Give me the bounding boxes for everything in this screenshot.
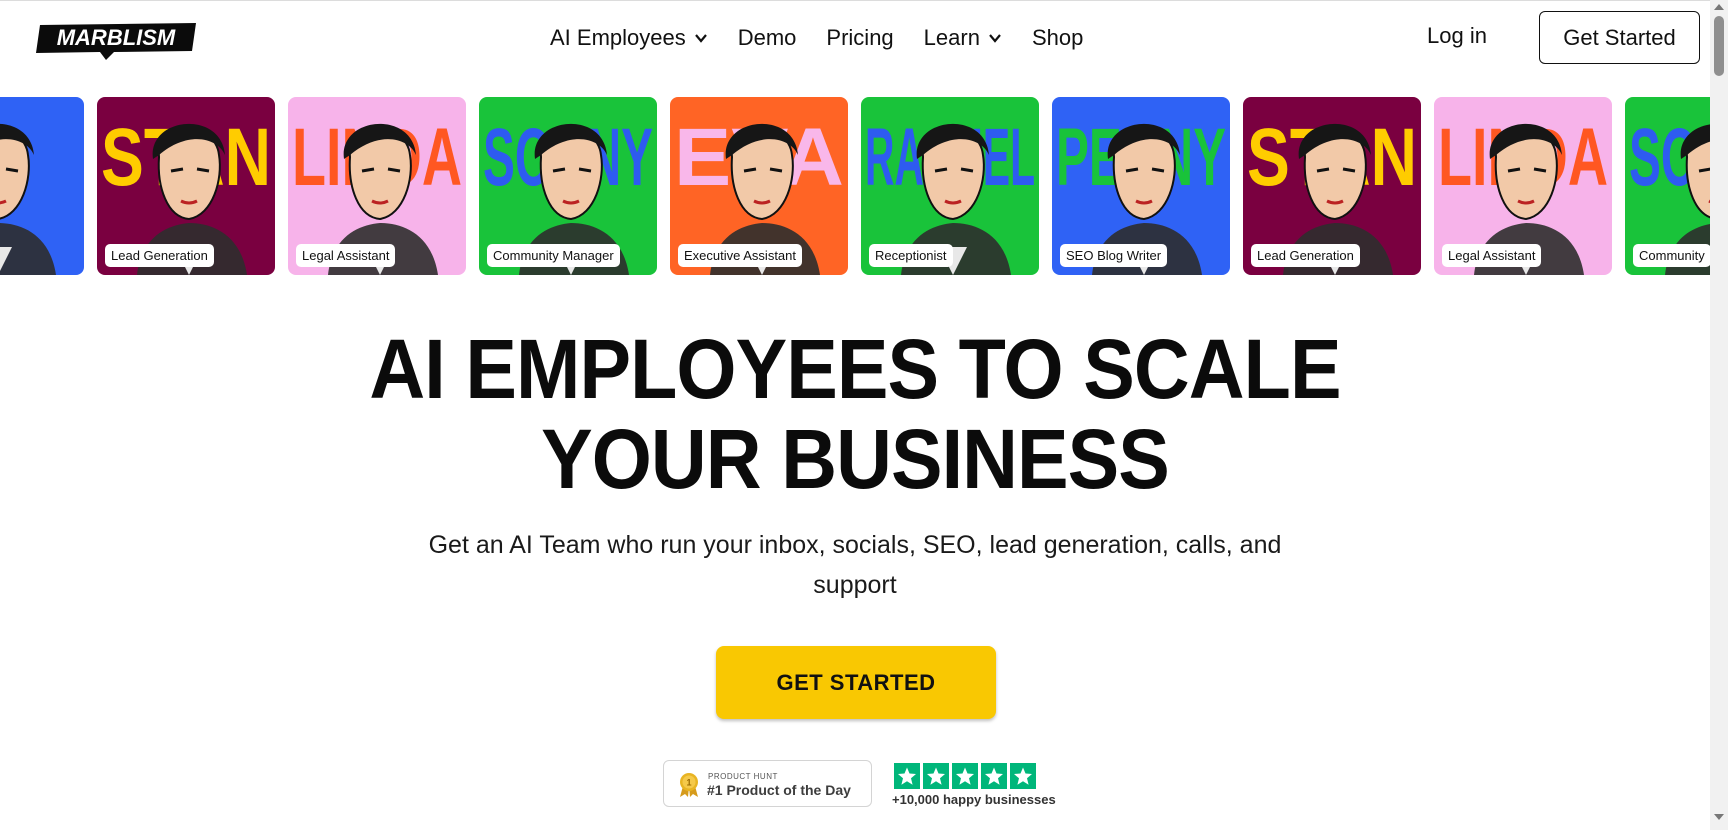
nav-demo[interactable]: Demo xyxy=(738,25,797,51)
trustpilot-stars[interactable] xyxy=(894,763,1039,789)
scroll-up-arrow-icon[interactable] xyxy=(1714,4,1724,10)
nav-demo-label: Demo xyxy=(737,25,797,50)
star-icon xyxy=(1010,763,1036,789)
hero-get-started-button[interactable]: GET STARTED xyxy=(716,646,996,719)
employee-role-tag: Legal Assistant xyxy=(1442,244,1542,267)
medal-icon: 1 xyxy=(680,773,698,797)
employee-role-tag: Receptionist xyxy=(869,244,953,267)
product-hunt-label: PRODUCT HUNT xyxy=(708,772,778,781)
hero-title: AI EMPLOYEES TO SCALE YOUR BUSINESS xyxy=(68,324,1641,504)
nav-shop-label: Shop xyxy=(1031,25,1084,50)
nav-ai-employees[interactable]: AI Employees xyxy=(550,25,708,51)
employee-card[interactable]: SONNYCommunity xyxy=(1625,97,1710,275)
employee-role-tag: Lead Generation xyxy=(105,244,214,267)
hero-title-line-1: AI EMPLOYEES TO SCALE xyxy=(369,322,1341,416)
employee-card[interactable]: STANLead Generation xyxy=(97,97,275,275)
employee-card[interactable]: SONNYCommunity Manager xyxy=(479,97,657,275)
star-icon xyxy=(923,763,949,789)
chevron-down-icon xyxy=(989,34,1001,43)
employee-role-tag: SEO Blog Writer xyxy=(1060,244,1168,267)
scroll-thumb[interactable] xyxy=(1714,16,1724,76)
hero-title-line-2: YOUR BUSINESS xyxy=(541,412,1170,506)
star-icon xyxy=(894,763,920,789)
employee-role-tag: Executive Assistant xyxy=(678,244,802,267)
employee-card[interactable]: STANLead Generation xyxy=(1243,97,1421,275)
employee-card[interactable]: RACHELReceptionist xyxy=(861,97,1039,275)
star-icon xyxy=(952,763,978,789)
employee-role-tag: Community xyxy=(1633,244,1710,267)
get-started-button[interactable]: Get Started xyxy=(1539,11,1700,64)
hero-subtitle: Get an AI Team who run your inbox, socia… xyxy=(428,531,1282,599)
employee-card[interactable]: ter xyxy=(0,97,84,275)
star-icon xyxy=(981,763,1007,789)
employee-carousel: terSTANLead GenerationLINDALegal Assista… xyxy=(0,97,1710,275)
scroll-down-arrow-icon[interactable] xyxy=(1714,814,1724,820)
product-hunt-badge[interactable]: 1 PRODUCT HUNT #1 Product of the Day xyxy=(663,760,872,807)
nav-learn[interactable]: Learn xyxy=(924,25,1002,51)
nav-pricing-label: Pricing xyxy=(826,25,894,50)
happy-businesses-label: +10,000 happy businesses xyxy=(892,792,1056,807)
main-nav: AI Employees Demo Pricing Learn Shop xyxy=(550,23,1113,53)
marblism-logo[interactable]: MARBLISM xyxy=(36,21,200,61)
nav-ai-employees-label: AI Employees xyxy=(550,25,686,50)
logo-text: MARBLISM xyxy=(57,25,176,50)
login-link[interactable]: Log in xyxy=(1427,23,1487,49)
page-scrollbar[interactable] xyxy=(1710,0,1728,830)
nav-pricing[interactable]: Pricing xyxy=(826,25,893,51)
employee-card[interactable]: EVAExecutive Assistant xyxy=(670,97,848,275)
employee-role-tag: Lead Generation xyxy=(1251,244,1360,267)
product-of-the-day-label: #1 Product of the Day xyxy=(707,782,851,798)
employee-card[interactable]: PENNYSEO Blog Writer xyxy=(1052,97,1230,275)
employee-role-tag: Legal Assistant xyxy=(296,244,396,267)
employee-card[interactable]: LINDALegal Assistant xyxy=(288,97,466,275)
nav-shop[interactable]: Shop xyxy=(1032,25,1083,51)
employee-role-tag: Community Manager xyxy=(487,244,620,267)
svg-text:1: 1 xyxy=(686,778,691,788)
employee-card[interactable]: LINDALegal Assistant xyxy=(1434,97,1612,275)
chevron-down-icon xyxy=(694,34,707,43)
site-header: MARBLISM AI Employees Demo Pricing Learn… xyxy=(0,0,1710,84)
employee-portrait-image xyxy=(0,97,84,275)
nav-learn-label: Learn xyxy=(923,25,980,50)
